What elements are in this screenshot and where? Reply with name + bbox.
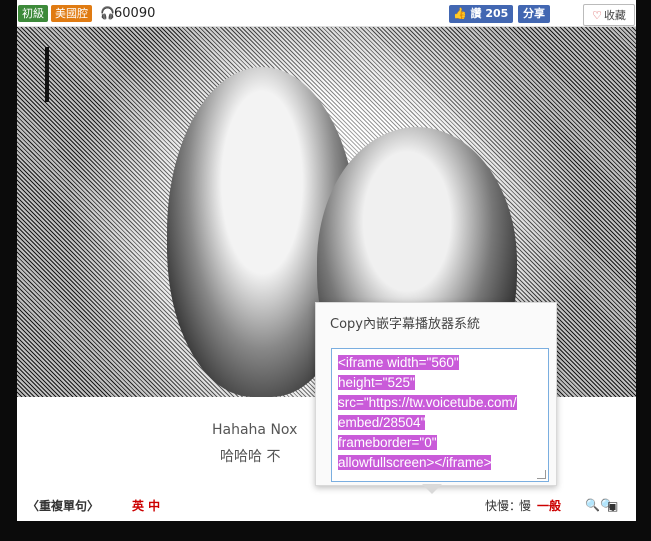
embed-code-line: src="https://tw.voicetube.com/ xyxy=(338,395,517,410)
language-toggle[interactable]: 英 中 xyxy=(132,498,160,514)
thumbs-up-icon: 👍 xyxy=(453,7,467,20)
repeat-sentence-button[interactable]: 〈重複單句〉 xyxy=(27,498,99,514)
speed-normal[interactable]: 一般 xyxy=(537,498,561,514)
embed-popup-title: Copy內嵌字幕播放器系統 xyxy=(330,317,480,332)
embed-code-line: height="525" xyxy=(338,375,415,390)
headphones-icon: 🎧 xyxy=(100,6,115,20)
favorite-button[interactable]: ♡ 收藏 xyxy=(583,4,635,26)
embed-code-textarea[interactable]: <iframe width="560" height="525" src="ht… xyxy=(331,348,549,482)
view-count: 🎧60090 xyxy=(100,3,155,24)
speed-slow[interactable]: 慢 xyxy=(519,498,531,514)
player-controls: 〈重複單句〉 英 中 快慢： 慢 一般 🔍🔍 ▣ xyxy=(17,493,636,521)
heart-icon: ♡ xyxy=(592,9,602,22)
subtitle-english[interactable]: Hahaha Nox xyxy=(212,422,297,438)
speed-label: 快慢： xyxy=(485,499,522,513)
facebook-like-button[interactable]: 👍 讚 205 xyxy=(449,5,514,23)
embed-code-line: embed/28504" xyxy=(338,415,426,430)
embed-code-line: frameborder="0" xyxy=(338,435,437,450)
accent-badge[interactable]: 美國腔 xyxy=(51,5,92,22)
subtitle-chinese[interactable]: 哈哈哈 不 xyxy=(220,446,280,466)
level-badge[interactable]: 初級 xyxy=(18,5,48,22)
video-mark xyxy=(45,47,49,102)
facebook-share-button[interactable]: 分享 xyxy=(518,5,550,23)
embed-popup: Copy內嵌字幕播放器系統 <iframe width="560" height… xyxy=(315,302,557,486)
embed-code-line: <iframe width="560" xyxy=(338,355,459,370)
popup-arrow xyxy=(422,484,442,494)
embed-code-line: allowfullscreen></iframe> xyxy=(338,455,492,470)
resize-handle[interactable] xyxy=(537,470,546,479)
tv-icon[interactable]: ▣ xyxy=(607,498,618,514)
